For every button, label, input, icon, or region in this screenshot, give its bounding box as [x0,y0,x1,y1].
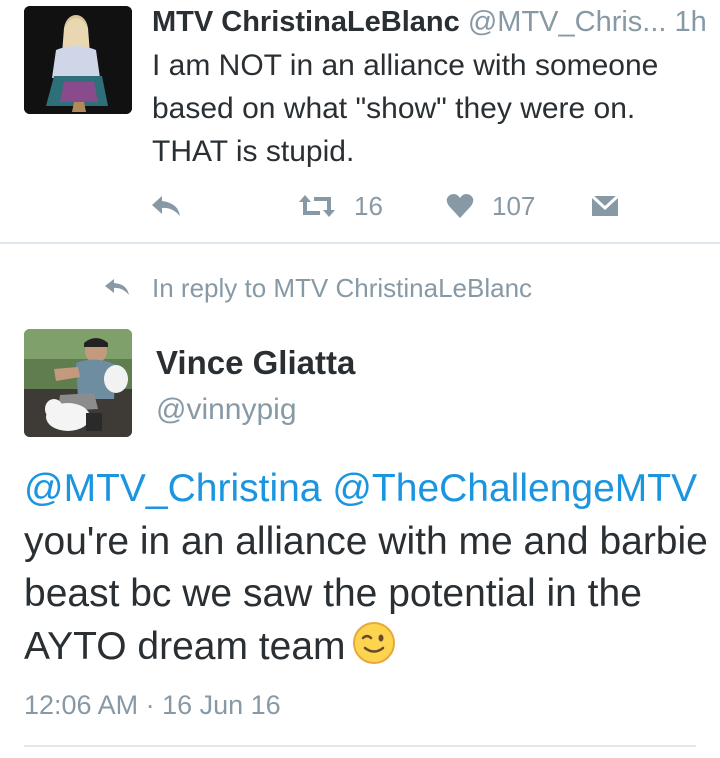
tweet-text: @MTV_Christina @TheChallengeMTV you're i… [24,463,714,673]
tweet-time[interactable]: 1h [675,6,707,38]
vince-avatar[interactable] [24,329,132,437]
author-name[interactable]: Vince Gliatta [156,343,355,383]
bottom-divider [24,745,696,747]
like-icon [446,193,474,219]
retweet-button[interactable]: 16 [298,186,383,226]
like-button[interactable]: 107 [446,186,535,226]
author-handle[interactable]: @MTV_Chris... [468,6,667,38]
retweet-count: 16 [354,190,383,221]
like-count: 107 [492,190,536,221]
tweet-actions: 16 107 [0,186,720,226]
tweet-text: I am NOT in an alliance with someone bas… [152,49,659,168]
direct-message-icon [590,194,620,218]
reply-button[interactable] [150,186,182,226]
tweet-original[interactable]: MTV ChristinaLeBlanc @MTV_Chris... 1h I … [0,0,720,243]
wink-emoji-icon [352,621,396,665]
tweet-divider [0,242,720,244]
retweet-icon [298,193,336,219]
tweet-header: MTV ChristinaLeBlanc @MTV_Chris... 1h [152,4,712,40]
mention-link[interactable]: @TheChallengeMTV [332,467,697,510]
in-reply-to-label: In reply to MTV ChristinaLeBlanc [152,272,533,303]
in-reply-to[interactable]: In reply to MTV ChristinaLeBlanc [104,268,532,308]
direct-message-button[interactable] [590,186,620,226]
reply-arrow-icon [104,273,152,304]
reply-icon [150,194,182,218]
tweet-timestamp[interactable]: 12:06 AM · 16 Jun 16 [24,688,281,722]
christina-avatar[interactable] [24,6,132,114]
author-name[interactable]: MTV ChristinaLeBlanc [152,6,460,38]
author-handle[interactable]: @vinnypig [156,391,297,429]
mention-link[interactable]: @MTV_Christina [24,467,322,510]
